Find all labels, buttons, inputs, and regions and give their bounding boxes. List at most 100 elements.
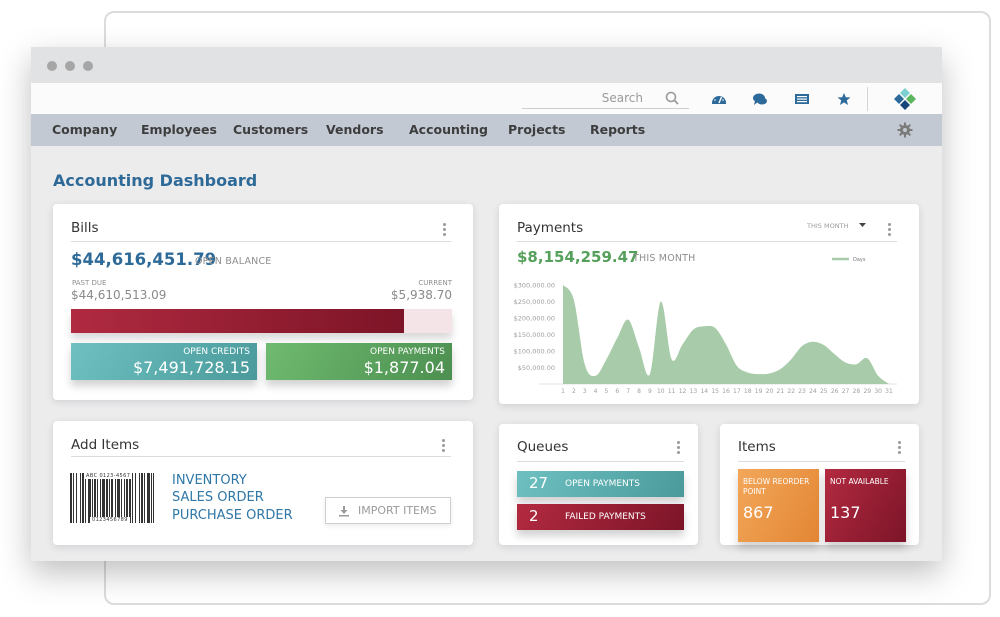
- barcode-bar: [82, 473, 84, 523]
- barcode-bar: [151, 473, 152, 523]
- below-reorder-count: 867: [743, 503, 774, 522]
- x-tick-label: 16: [722, 388, 730, 395]
- app-window: Search Company Employees Customers Vendo…: [31, 47, 942, 561]
- sales-order-link[interactable]: SALES ORDER: [172, 490, 264, 505]
- barcode-bar: [129, 473, 131, 523]
- barcode-bar: [144, 473, 145, 523]
- nav-item-company[interactable]: Company: [52, 122, 117, 137]
- top-toolbar: Search: [31, 83, 942, 114]
- star-icon[interactable]: [836, 91, 852, 107]
- add-items-rule: [71, 456, 451, 457]
- brand-logo-icon[interactable]: [893, 87, 917, 111]
- queues-title: Queues: [517, 439, 569, 455]
- import-items-button[interactable]: IMPORT ITEMS: [325, 497, 451, 524]
- x-tick-label: 22: [787, 388, 795, 395]
- y-tick-label: $50,000.00: [518, 364, 555, 372]
- open-payments-tile[interactable]: OPEN PAYMENTS $1,877.04: [266, 343, 452, 380]
- x-tick-label: 31: [885, 388, 893, 395]
- queue-row-open-payments[interactable]: 27 OPEN PAYMENTS: [517, 471, 684, 497]
- queues-menu-icon[interactable]: [677, 441, 681, 455]
- x-tick-label: 26: [831, 388, 839, 395]
- open-credits-tile[interactable]: OPEN CREDITS $7,491,728.15: [71, 343, 257, 380]
- x-tick-label: 6: [615, 388, 619, 395]
- barcode-bar: [115, 473, 116, 523]
- window-dot-maximize[interactable]: [83, 61, 93, 71]
- inventory-link[interactable]: INVENTORY: [172, 473, 247, 488]
- barcode-bar: [153, 473, 155, 523]
- x-tick-label: 11: [668, 388, 676, 395]
- add-items-card: Add Items ABC 0123-4567 0123456789 INVEN…: [53, 421, 473, 545]
- queue-count: 2: [529, 507, 539, 525]
- items-title: Items: [738, 439, 776, 455]
- barcode-bar: [124, 473, 125, 523]
- x-tick-label: 24: [809, 388, 817, 395]
- purchase-order-link[interactable]: PURCHASE ORDER: [172, 508, 293, 523]
- barcode-bar: [139, 473, 140, 523]
- x-tick-label: 25: [820, 388, 828, 395]
- barcode-bar: [135, 473, 136, 523]
- toolbar-divider: [867, 87, 868, 111]
- barcode-bar: [73, 473, 74, 523]
- window-dot-minimize[interactable]: [65, 61, 75, 71]
- y-tick-label: $100,000.00: [514, 348, 555, 356]
- items-menu-icon[interactable]: [898, 441, 902, 455]
- x-tick-label: 12: [679, 388, 687, 395]
- items-rule: [738, 461, 905, 462]
- queue-label: FAILED PAYMENTS: [565, 512, 646, 522]
- list-icon[interactable]: [794, 91, 810, 107]
- dashboard-gauge-icon[interactable]: [711, 91, 727, 107]
- not-available-label: NOT AVAILABLE: [830, 477, 889, 486]
- nav-item-employees[interactable]: Employees: [141, 122, 217, 137]
- barcode-icon: ABC 0123-4567 0123456789: [70, 473, 155, 523]
- nav-item-customers[interactable]: Customers: [233, 122, 308, 137]
- queues-rule: [517, 461, 684, 462]
- bills-rule: [71, 241, 451, 242]
- search-icon[interactable]: [665, 91, 679, 105]
- bills-menu-icon[interactable]: [443, 223, 447, 237]
- barcode-bar: [100, 473, 101, 523]
- x-tick-label: 15: [711, 388, 719, 395]
- barcode-bar: [92, 473, 93, 523]
- queue-row-failed-payments[interactable]: 2 FAILED PAYMENTS: [517, 504, 684, 530]
- add-items-menu-icon[interactable]: [442, 439, 446, 453]
- page-title: Accounting Dashboard: [53, 171, 258, 190]
- legend-label: Days: [853, 257, 866, 263]
- barcode-bar: [111, 473, 113, 523]
- queue-label: OPEN PAYMENTS: [565, 479, 640, 489]
- search-input[interactable]: Search: [522, 89, 689, 109]
- barcode-bar: [106, 473, 108, 523]
- barcode-bar: [76, 473, 77, 523]
- x-tick-label: 30: [874, 388, 882, 395]
- payments-area-series: [563, 285, 889, 384]
- bills-card: Bills $44,616,451.79 OPEN BALANCE PAST D…: [53, 204, 473, 400]
- x-tick-label: 9: [648, 388, 652, 395]
- open-payments-label: OPEN PAYMENTS: [370, 347, 445, 357]
- nav-item-accounting[interactable]: Accounting: [409, 122, 488, 137]
- search-placeholder: Search: [601, 91, 643, 105]
- past-due-bar-fill: [71, 309, 405, 333]
- x-tick-label: 17: [733, 388, 741, 395]
- window-dot-close[interactable]: [47, 61, 57, 71]
- past-due-label: PAST DUE: [72, 279, 107, 287]
- barcode-bottom-text: 0123456789: [90, 517, 130, 523]
- x-tick-label: 7: [626, 388, 630, 395]
- below-reorder-tile[interactable]: BELOW REORDER POINT 867: [738, 469, 819, 542]
- barcode-bar: [97, 473, 98, 523]
- current-value: $5,938.70: [390, 288, 452, 302]
- nav-item-reports[interactable]: Reports: [590, 122, 645, 137]
- nav-item-projects[interactable]: Projects: [508, 122, 566, 137]
- chat-icon[interactable]: [752, 91, 768, 107]
- x-tick-label: 8: [637, 388, 641, 395]
- not-available-count: 137: [830, 503, 861, 522]
- gear-icon[interactable]: [897, 122, 913, 138]
- x-tick-label: 13: [690, 388, 698, 395]
- barcode-bar: [109, 473, 110, 523]
- x-tick-label: 10: [657, 388, 665, 395]
- main-nav: Company Employees Customers Vendors Acco…: [31, 114, 942, 146]
- nav-item-vendors[interactable]: Vendors: [326, 122, 384, 137]
- barcode-bar: [126, 473, 128, 523]
- barcode-bar: [132, 473, 133, 523]
- not-available-tile[interactable]: NOT AVAILABLE 137: [825, 469, 906, 542]
- x-tick-label: 5: [605, 388, 609, 395]
- queues-card: Queues 27 OPEN PAYMENTS 2 FAILED PAYMENT…: [499, 424, 698, 545]
